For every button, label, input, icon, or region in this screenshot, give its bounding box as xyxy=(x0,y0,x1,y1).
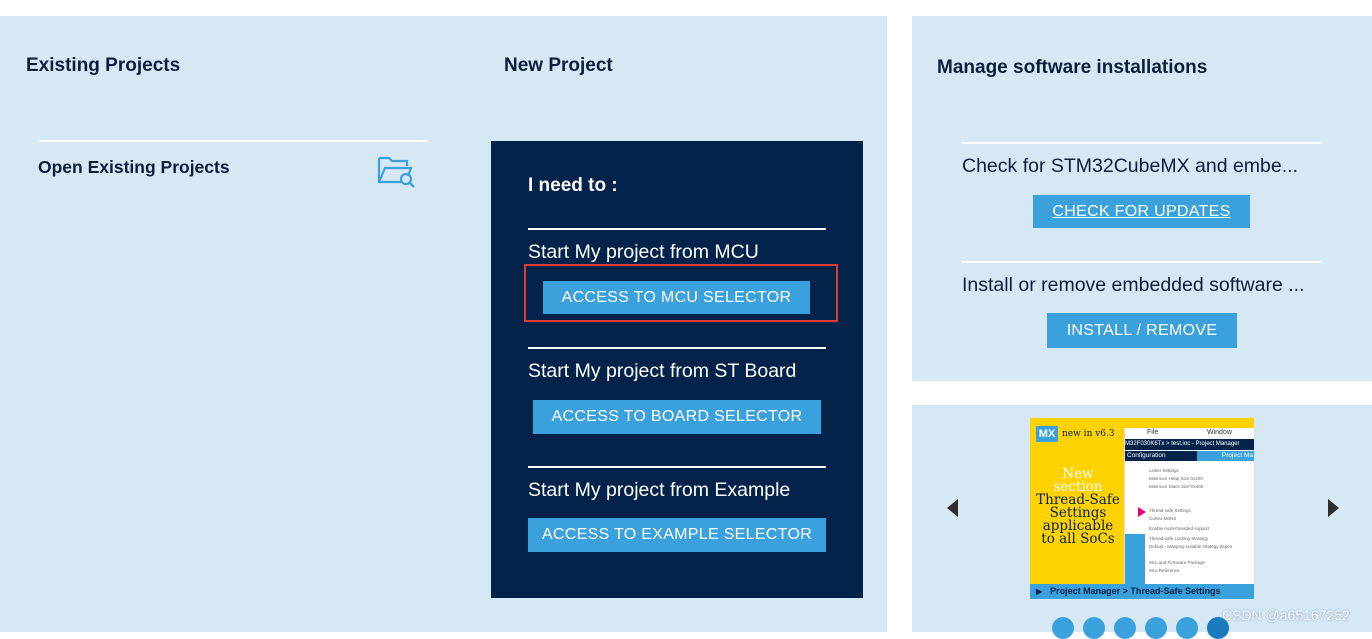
new-project-heading: New Project xyxy=(504,55,613,76)
shot-line: Enable multi-threaded support xyxy=(1149,526,1210,531)
install-remove-text: Install or remove embedded software ... xyxy=(962,274,1305,296)
check-for-updates-button[interactable]: CHECK FOR UPDATES xyxy=(1033,195,1250,228)
manage-divider xyxy=(962,261,1322,263)
shot-line: Minimum Stack Size 0x400 xyxy=(1149,484,1204,489)
carousel-dot[interactable] xyxy=(1083,617,1105,639)
existing-projects-heading: Existing Projects xyxy=(26,55,181,76)
pointer-arrow-icon xyxy=(1138,507,1146,517)
news-line: to all SoCs xyxy=(1041,531,1115,547)
access-board-selector-button[interactable]: ACCESS TO BOARD SELECTOR xyxy=(533,400,821,434)
news-footer-text: Project Manager > Thread-Safe Settings xyxy=(1050,586,1221,596)
board-section-label: Start My project from ST Board xyxy=(528,360,797,382)
carousel-dot[interactable] xyxy=(1145,617,1167,639)
install-remove-button[interactable]: INSTALL / REMOVE xyxy=(1047,313,1237,348)
shot-line: Mcu Reference xyxy=(1149,568,1180,573)
shot-menu-file: File xyxy=(1147,429,1159,436)
carousel-next-arrow-icon[interactable] xyxy=(1328,499,1339,517)
shot-line: Cortex-M0NS xyxy=(1149,516,1177,521)
access-example-selector-button[interactable]: ACCESS TO EXAMPLE SELECTOR xyxy=(528,518,826,552)
shot-sidebar xyxy=(1125,462,1145,588)
folder-search-icon[interactable] xyxy=(375,152,417,188)
example-section-label: Start My project from Example xyxy=(528,479,791,501)
shot-path: M32F030K6Tx > test.ioc - Project Manager xyxy=(1125,439,1254,450)
shot-menu: File Window xyxy=(1125,428,1254,439)
shot-line: Default - Mapping suitable strategy depe… xyxy=(1149,544,1233,549)
carousel-prev-arrow-icon[interactable] xyxy=(947,499,958,517)
shot-tab-config: Configuration xyxy=(1125,451,1197,461)
news-footer: ▶ Project Manager > Thread-Safe Settings xyxy=(1030,584,1254,599)
watermark: CSDN @a65167252 xyxy=(1222,607,1350,623)
shot-tabs: Configuration Project Ma xyxy=(1125,451,1254,461)
shot-tab-pm: Project Ma xyxy=(1197,451,1254,461)
news-version: new in v6.3 xyxy=(1062,429,1115,439)
shot-line: Thread-safe Settings xyxy=(1149,508,1191,513)
shot-line: Mcu and Firmware Package xyxy=(1149,560,1206,565)
section-divider xyxy=(528,347,826,349)
existing-divider xyxy=(38,140,428,142)
shot-menu-window: Window xyxy=(1207,429,1232,436)
shot-line: Minimum Heap Size 0x200 xyxy=(1149,476,1203,481)
carousel-dot[interactable] xyxy=(1052,617,1074,639)
need-to-title: I need to : xyxy=(528,175,618,196)
news-banner[interactable]: MX new in v6.3 New section Thread-Safe S… xyxy=(1030,418,1254,599)
highlight-box xyxy=(524,264,838,322)
section-divider xyxy=(528,228,826,230)
carousel-dot[interactable] xyxy=(1176,617,1198,639)
check-updates-text: Check for STM32CubeMX and embe... xyxy=(962,155,1298,177)
carousel-dot[interactable] xyxy=(1114,617,1136,639)
manage-heading: Manage software installations xyxy=(937,57,1208,78)
manage-divider xyxy=(962,142,1322,144)
mcu-section-label: Start My project from MCU xyxy=(528,241,759,263)
open-existing-projects-link[interactable]: Open Existing Projects xyxy=(38,157,230,178)
shot-line: Linker Settings xyxy=(1149,468,1179,473)
news-headline: New section Thread-Safe Settings applica… xyxy=(1032,467,1124,547)
shot-line: Thread-safe Locking Strategy xyxy=(1149,536,1209,541)
mx-logo: MX xyxy=(1036,426,1058,442)
section-divider xyxy=(528,466,826,468)
